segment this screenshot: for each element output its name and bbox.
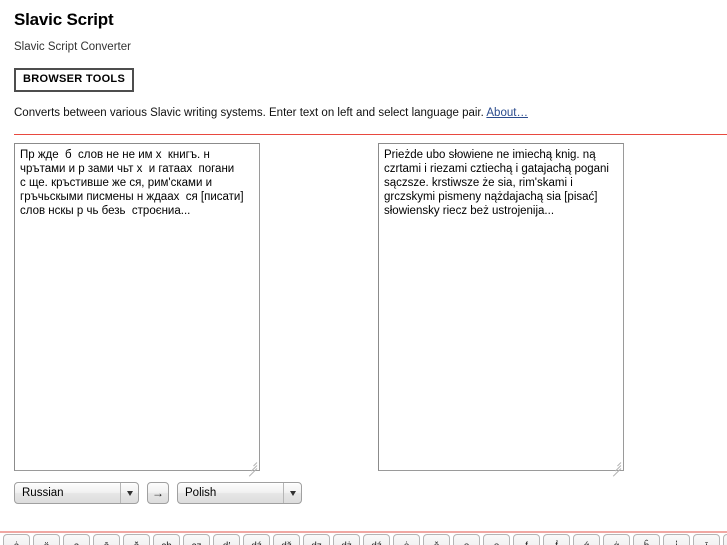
editor-panes	[0, 143, 727, 477]
character-palette: ȧäạāăchczd′dźdždzdżdźėěęẹfḟǵġĥi̇ījk̇l′łḷ…	[3, 534, 727, 545]
header-divider	[14, 134, 727, 135]
palette-key[interactable]: dž	[273, 534, 300, 545]
about-link[interactable]: About…	[486, 107, 528, 119]
palette-key[interactable]: cz	[183, 534, 210, 545]
palette-key[interactable]: ā	[93, 534, 120, 545]
page-subtitle: Slavic Script Converter	[14, 41, 131, 53]
convert-direction-button[interactable]: →	[147, 482, 169, 504]
palette-key[interactable]: ă	[123, 534, 150, 545]
palette-key[interactable]: dz	[303, 534, 330, 545]
palette-key[interactable]: ę	[453, 534, 480, 545]
palette-key[interactable]: i̇	[663, 534, 690, 545]
target-language-value: Polish	[185, 487, 217, 499]
palette-key[interactable]: dź	[243, 534, 270, 545]
source-textarea[interactable]	[14, 143, 260, 471]
source-language-select[interactable]: Russian	[14, 482, 139, 504]
palette-divider	[0, 531, 727, 533]
palette-key[interactable]: d′	[213, 534, 240, 545]
page-header: Slavic Script Slavic Script Converter BR…	[0, 0, 727, 135]
chevron-down-icon	[283, 483, 301, 503]
palette-key[interactable]: ẹ	[483, 534, 510, 545]
app-root: Slavic Script Slavic Script Converter BR…	[0, 0, 727, 545]
target-language-select[interactable]: Polish	[177, 482, 302, 504]
target-textarea[interactable]	[378, 143, 624, 471]
palette-key[interactable]: ḟ	[543, 534, 570, 545]
palette-key[interactable]: ä	[33, 534, 60, 545]
palette-key[interactable]: ġ	[603, 534, 630, 545]
palette-key[interactable]: ȧ	[3, 534, 30, 545]
palette-key[interactable]: j	[723, 534, 727, 545]
palette-key[interactable]: dź	[363, 534, 390, 545]
palette-key[interactable]: ạ	[63, 534, 90, 545]
palette-key[interactable]: ė	[393, 534, 420, 545]
palette-key[interactable]: ch	[153, 534, 180, 545]
page-description-text: Converts between various Slavic writing …	[14, 107, 484, 119]
palette-key[interactable]: ī	[693, 534, 720, 545]
page-description: Converts between various Slavic writing …	[14, 106, 713, 120]
page-title: Slavic Script	[14, 10, 114, 29]
source-language-value: Russian	[22, 487, 64, 499]
palette-key[interactable]: ĥ	[633, 534, 660, 545]
palette-key[interactable]: ǵ	[573, 534, 600, 545]
source-pane	[14, 143, 260, 477]
palette-key[interactable]: f	[513, 534, 540, 545]
chevron-down-icon	[120, 483, 138, 503]
palette-key[interactable]: dż	[333, 534, 360, 545]
browser-tools-button[interactable]: BROWSER TOOLS	[14, 68, 135, 92]
target-pane	[378, 143, 624, 477]
language-controls: Russian → Polish	[14, 482, 302, 504]
palette-key[interactable]: ě	[423, 534, 450, 545]
